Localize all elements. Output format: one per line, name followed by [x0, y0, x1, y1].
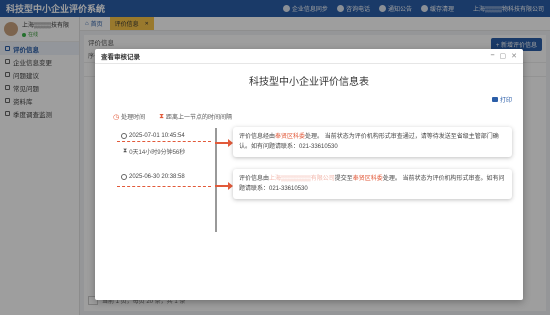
modal-body: 科技型中小企业评价信息表 打印 ◷ 处理时间 ⧗ 距离上一节点的时间间隔 202… [95, 64, 523, 300]
department-name: 奉贤区科委 [352, 176, 383, 182]
entry-duration: ⧗ 0天14小时9分钟56秒 [123, 148, 186, 156]
company-name-redacted: 上海▒▒▒▒▒▒▒有限公司 [269, 176, 335, 182]
entry-card: 评价信息由上海▒▒▒▒▒▒▒有限公司提交至奉贤区科委处理。 当前状态为评价机构形… [233, 169, 512, 199]
modal-header: 查看审核记录 – ▢ ✕ [95, 49, 523, 64]
entry-time: 2025-07-01 10:45:54 [121, 133, 185, 139]
hourglass-icon: ⧗ [159, 112, 165, 120]
printer-icon [491, 97, 498, 102]
clock-icon [121, 133, 127, 139]
audit-record-modal: 查看审核记录 – ▢ ✕ 科技型中小企业评价信息表 打印 ◷ 处理时间 ⧗ 距离… [95, 49, 523, 300]
clock-icon: ◷ [113, 113, 120, 121]
entry-card: 评价信息经由奉贤区科委处理。 当前状态为评价机构形式审查通过，请等待发送至省级主… [233, 127, 512, 157]
hourglass-icon: ⧗ [123, 148, 128, 154]
dashed-connector [117, 141, 211, 142]
arrow-icon [215, 139, 233, 147]
maximize-icon[interactable]: ▢ [500, 52, 507, 60]
timeline-legend: ◷ 处理时间 ⧗ 距离上一节点的时间间隔 [113, 112, 233, 122]
dashed-connector [117, 186, 211, 187]
print-button[interactable]: 打印 [491, 95, 512, 104]
department-name: 奉贤区科委 [275, 134, 306, 140]
minimize-icon[interactable]: – [491, 52, 495, 60]
arrow-icon [215, 182, 233, 190]
entry-time: 2025-06-30 20:38:58 [121, 174, 185, 180]
modal-title: 科技型中小企业评价信息表 [249, 77, 369, 88]
clock-icon [121, 174, 127, 180]
close-icon[interactable]: ✕ [511, 52, 517, 60]
